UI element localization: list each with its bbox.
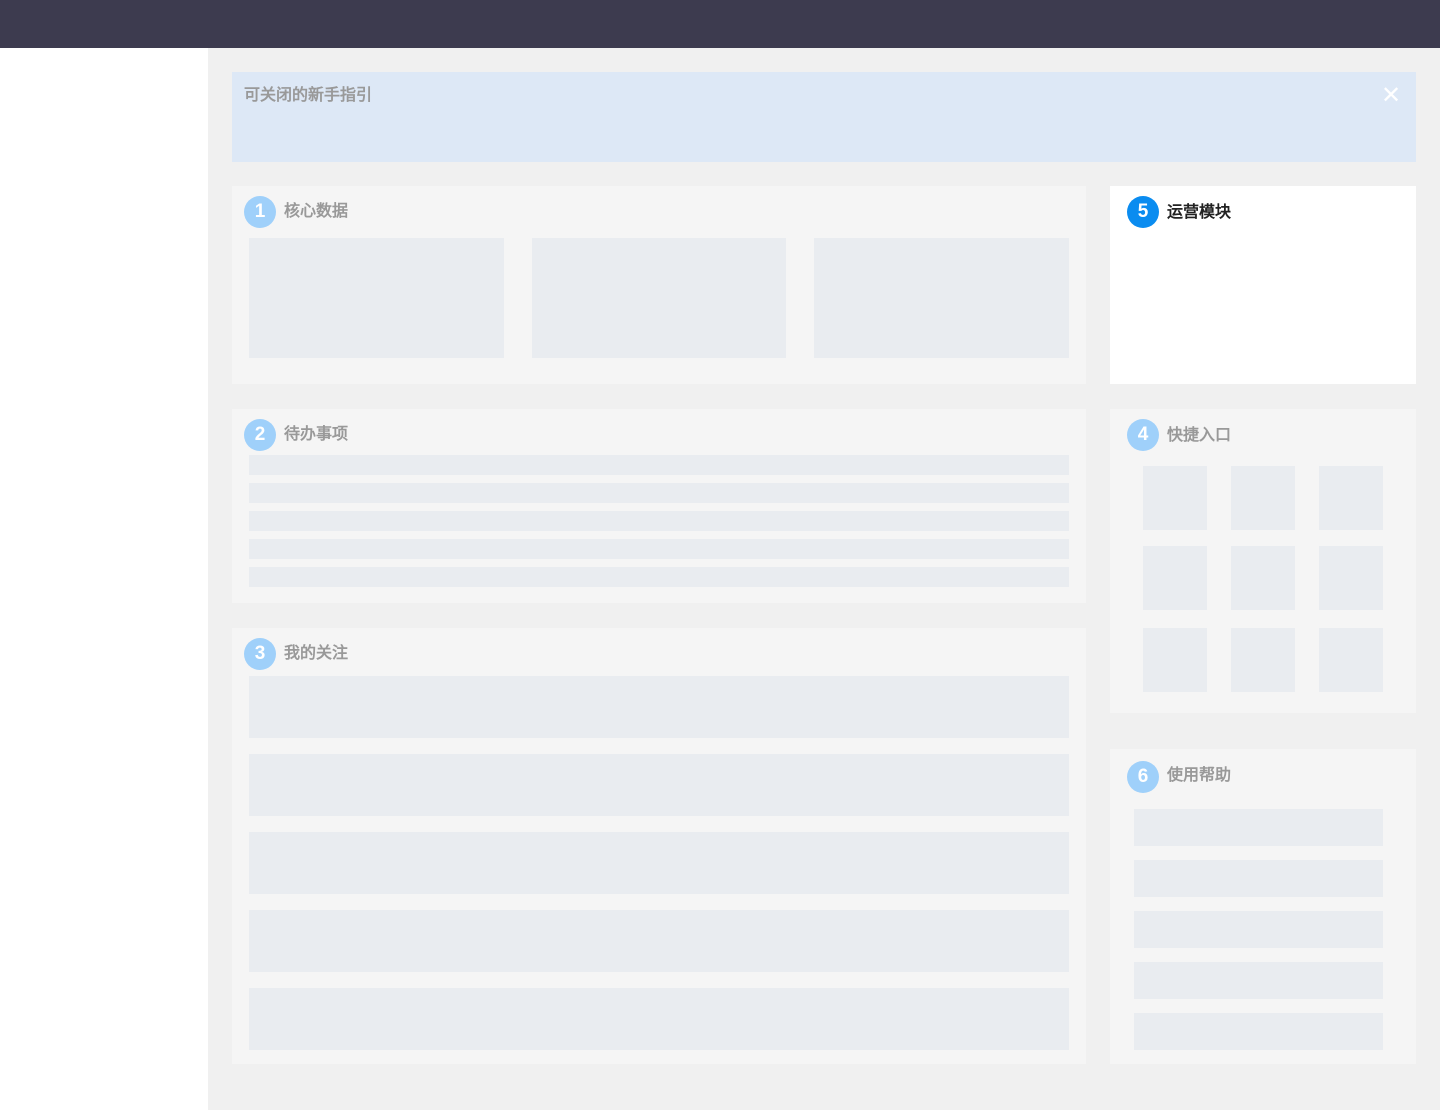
- section-number-badge: 3: [244, 638, 276, 670]
- help-item-placeholder: [1134, 962, 1383, 999]
- section-number-badge: 6: [1127, 761, 1159, 793]
- shortcut-placeholder: [1319, 466, 1383, 530]
- section-number-badge: 5: [1127, 196, 1159, 228]
- core-data-title: 核心数据: [284, 203, 349, 220]
- shortcut-placeholder: [1319, 546, 1383, 610]
- shortcut-placeholder: [1231, 546, 1295, 610]
- data-placeholder: [814, 238, 1069, 358]
- onboarding-guide-title: 可关闭的新手指引: [244, 87, 373, 104]
- todo-title: 待办事项: [284, 426, 349, 443]
- shortcuts-title: 快捷入口: [1167, 427, 1232, 444]
- help-item-placeholder: [1134, 911, 1383, 948]
- data-placeholder: [249, 238, 504, 358]
- section-number-badge: 4: [1127, 419, 1159, 451]
- shortcut-placeholder: [1143, 546, 1207, 610]
- list-item-placeholder: [249, 567, 1069, 587]
- sidebar: [0, 48, 208, 1110]
- list-item-placeholder: [249, 676, 1069, 738]
- data-placeholder: [532, 238, 786, 358]
- shortcut-placeholder: [1231, 466, 1295, 530]
- help-title: 使用帮助: [1167, 767, 1232, 784]
- shortcut-placeholder: [1143, 466, 1207, 530]
- shortcut-placeholder: [1143, 628, 1207, 692]
- follow-title: 我的关注: [284, 645, 349, 662]
- list-item-placeholder: [249, 483, 1069, 503]
- section-number-badge: 2: [244, 419, 276, 451]
- list-item-placeholder: [249, 455, 1069, 475]
- help-item-placeholder: [1134, 860, 1383, 897]
- onboarding-guide-banner: [232, 72, 1416, 162]
- shortcut-placeholder: [1231, 628, 1295, 692]
- list-item-placeholder: [249, 832, 1069, 894]
- list-item-placeholder: [249, 754, 1069, 816]
- close-icon[interactable]: ✕: [1380, 84, 1402, 108]
- list-item-placeholder: [249, 511, 1069, 531]
- help-item-placeholder: [1134, 1013, 1383, 1050]
- list-item-placeholder: [249, 910, 1069, 972]
- list-item-placeholder: [249, 539, 1069, 559]
- help-item-placeholder: [1134, 809, 1383, 846]
- operations-title: 运营模块: [1167, 204, 1232, 221]
- top-navigation-bar: [0, 0, 1440, 48]
- list-item-placeholder: [249, 988, 1069, 1050]
- section-number-badge: 1: [244, 196, 276, 228]
- shortcut-placeholder: [1319, 628, 1383, 692]
